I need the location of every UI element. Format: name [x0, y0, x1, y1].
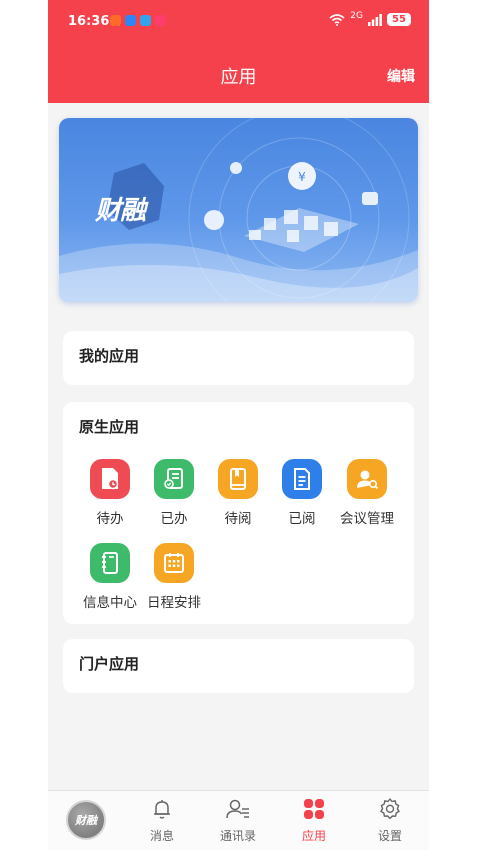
bell-icon	[154, 800, 170, 819]
portal-apps-card: 门户应用	[63, 639, 414, 693]
calendar-icon	[154, 543, 194, 583]
meeting-person-icon	[347, 459, 387, 499]
app-label: 已办	[160, 511, 188, 527]
gallery-app-icon	[140, 15, 151, 26]
battery-indicator: 55	[387, 13, 411, 26]
native-apps-title: 原生应用	[79, 418, 140, 436]
app-label: 已阅	[288, 511, 316, 527]
signal-icon	[368, 13, 382, 26]
bottom-tab-bar: 财融 消息 通讯录 应用 设置	[48, 790, 429, 850]
video-app-icon	[110, 15, 121, 26]
header-bar: 16:36 2G 55 应用 编辑	[48, 0, 429, 103]
app-meeting[interactable]: 会议管理	[335, 459, 399, 527]
app-label: 待阅	[224, 511, 252, 527]
app-label: 会议管理	[340, 511, 394, 527]
my-apps-card: 我的应用	[63, 331, 414, 385]
map-app-icon	[125, 15, 136, 26]
document-clock-icon	[90, 459, 130, 499]
app-done[interactable]: 已办	[142, 459, 206, 527]
wifi-icon	[329, 13, 345, 26]
tab-label: 设置	[377, 829, 402, 843]
apps-grid-icon	[304, 799, 324, 819]
native-apps-card: 原生应用 待办 已办 待阅 已阅 会议管理 信息中心 日程安排	[63, 402, 414, 624]
app-screen: 16:36 2G 55 应用 编辑 ¥ 财融 我的应用 原生应用 待办 已办 待…	[48, 0, 429, 850]
network-type: 2G	[350, 10, 363, 21]
avatar[interactable]: 财融	[66, 800, 106, 840]
notebook-icon	[90, 543, 130, 583]
app-info-center[interactable]: 信息中心	[78, 543, 142, 611]
app-label: 日程安排	[147, 595, 201, 611]
contacts-icon	[226, 799, 249, 819]
tab-label: 应用	[301, 829, 326, 843]
document-check-icon	[154, 459, 194, 499]
svg-text:¥: ¥	[298, 170, 306, 184]
page-title: 应用	[220, 67, 257, 88]
status-notification-icons	[110, 15, 166, 26]
status-time: 16:36	[68, 14, 110, 29]
book-icon	[218, 459, 258, 499]
tab-label: 通讯录	[219, 829, 256, 843]
music-app-icon	[155, 15, 166, 26]
portal-apps-title: 门户应用	[79, 655, 140, 673]
app-label: 信息中心	[83, 595, 137, 611]
tab-label: 消息	[149, 829, 174, 843]
edit-button[interactable]: 编辑	[387, 66, 415, 86]
app-todo[interactable]: 待办	[78, 459, 142, 527]
gear-icon	[380, 798, 400, 820]
tab-messages[interactable]: 消息	[132, 797, 192, 844]
app-to-read[interactable]: 待阅	[206, 459, 270, 527]
document-lines-icon	[282, 459, 322, 499]
banner[interactable]: ¥ 财融	[59, 118, 418, 302]
status-indicators: 2G 55	[329, 10, 411, 26]
app-read[interactable]: 已阅	[270, 459, 334, 527]
tab-contacts[interactable]: 通讯录	[208, 797, 268, 844]
banner-logo: 财融	[95, 196, 146, 226]
my-apps-title: 我的应用	[79, 347, 140, 365]
app-schedule[interactable]: 日程安排	[142, 543, 206, 611]
tab-settings[interactable]: 设置	[360, 797, 420, 844]
tab-apps[interactable]: 应用	[284, 797, 344, 844]
app-label: 待办	[96, 511, 124, 527]
